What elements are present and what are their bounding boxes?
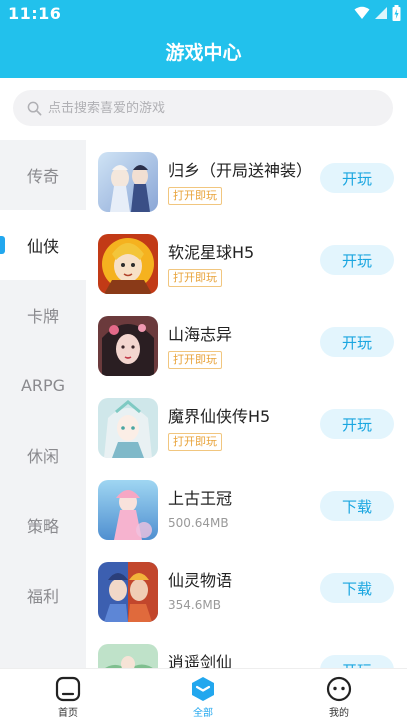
nav-label: 我的	[329, 708, 349, 719]
category-arpg[interactable]: ARPG	[0, 350, 86, 420]
search-input[interactable]	[48, 100, 348, 116]
search-box[interactable]	[13, 90, 393, 126]
nav-all[interactable]: 全部	[163, 669, 243, 723]
category-xianxia[interactable]: 仙侠	[0, 210, 86, 280]
category-label: 福利	[26, 587, 59, 606]
wifi-icon	[354, 6, 370, 19]
game-size: 354.6MB	[168, 598, 221, 612]
status-time: 11:16	[8, 4, 62, 23]
category-welfare[interactable]: 福利	[0, 560, 86, 630]
download-button[interactable]: 下载	[320, 491, 394, 521]
play-button[interactable]: 开玩	[320, 245, 394, 275]
game-size: 500.64MB	[168, 516, 229, 530]
active-category-marker	[0, 236, 5, 254]
play-instantly-tag: 打开即玩	[168, 351, 222, 369]
category-casual[interactable]: 休闲	[0, 420, 86, 490]
category-label: 仙侠	[26, 237, 59, 256]
battery-icon	[392, 5, 401, 21]
play-button[interactable]: 开玩	[320, 409, 394, 439]
play-button[interactable]: 开玩	[320, 327, 394, 357]
category-sidebar: 传奇 仙侠 卡牌 ARPG 休闲 策略 福利	[0, 140, 86, 670]
play-instantly-tag: 打开即玩	[168, 269, 222, 287]
page-title: 游戏中心	[165, 42, 242, 64]
profile-icon	[326, 676, 352, 702]
search-icon	[27, 101, 42, 115]
status-icons	[354, 5, 401, 21]
game-name: 山海志异	[168, 325, 233, 344]
game-name: 逍遥剑仙	[168, 653, 233, 670]
game-name: 归乡（开局送神装）	[168, 161, 313, 180]
download-button[interactable]: 下载	[320, 573, 394, 603]
category-label: 策略	[26, 517, 59, 536]
all-icon	[192, 677, 214, 701]
game-name: 仙灵物语	[168, 571, 233, 590]
category-legend[interactable]: 传奇	[0, 140, 86, 210]
game-icon-ruanni[interactable]	[98, 234, 158, 294]
game-list-item[interactable]: 软泥星球H5 打开即玩 开玩	[86, 222, 407, 304]
search-bar	[0, 78, 407, 140]
game-list: 归乡（开局送神装） 打开即玩 开玩 软泥星球H5 打开即玩 开玩 山海志异 打开…	[86, 140, 407, 670]
signal-icon	[375, 7, 387, 19]
game-list-item[interactable]: 归乡（开局送神装） 打开即玩 开玩	[86, 140, 407, 222]
category-label: 卡牌	[26, 307, 59, 326]
play-button[interactable]: 开玩	[320, 163, 394, 193]
game-list-item[interactable]: 逍遥剑仙 开玩	[86, 632, 407, 670]
game-icon-xiaoyao[interactable]	[98, 644, 158, 670]
game-name: 软泥星球H5	[168, 243, 255, 262]
game-icon-shanhai[interactable]	[98, 316, 158, 376]
app-header: 11:16 游戏中心	[0, 0, 407, 78]
category-strategy[interactable]: 策略	[0, 490, 86, 560]
nav-label: 首页	[58, 708, 78, 719]
category-label: 休闲	[26, 447, 59, 466]
game-list-item[interactable]: 山海志异 打开即玩 开玩	[86, 304, 407, 386]
game-icon-mojie[interactable]	[98, 398, 158, 458]
category-label: 传奇	[26, 167, 59, 186]
status-bar: 11:16	[0, 0, 407, 28]
game-list-item[interactable]: 魔界仙侠传H5 打开即玩 开玩	[86, 386, 407, 468]
bottom-nav: 首页 全部 我的	[0, 668, 407, 723]
nav-label: 全部	[193, 708, 213, 719]
game-list-item[interactable]: 上古王冠 500.64MB 下载	[86, 468, 407, 550]
home-icon	[55, 676, 81, 702]
game-name: 魔界仙侠传H5	[168, 407, 271, 426]
nav-profile[interactable]: 我的	[299, 669, 379, 723]
game-icon-guixiang[interactable]	[98, 152, 158, 212]
category-card[interactable]: 卡牌	[0, 280, 86, 350]
game-list-item[interactable]: 仙灵物语 354.6MB 下载	[86, 550, 407, 632]
game-icon-xianling[interactable]	[98, 562, 158, 622]
play-instantly-tag: 打开即玩	[168, 433, 222, 451]
category-label: ARPG	[20, 375, 66, 395]
game-icon-shanggu[interactable]	[98, 480, 158, 540]
play-instantly-tag: 打开即玩	[168, 187, 222, 205]
game-name: 上古王冠	[168, 489, 233, 508]
nav-home[interactable]: 首页	[28, 669, 108, 723]
